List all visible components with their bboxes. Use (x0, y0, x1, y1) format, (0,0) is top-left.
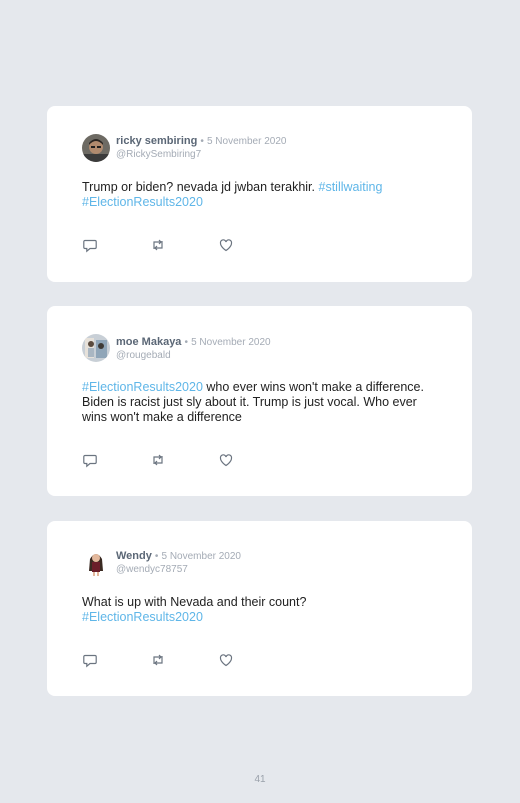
retweet-icon[interactable] (150, 237, 166, 253)
heart-icon[interactable] (218, 652, 234, 668)
hashtag-link[interactable]: #ElectionResults2020 (82, 610, 203, 624)
retweet-icon[interactable] (150, 452, 166, 468)
user-name[interactable]: ricky sembiring (116, 135, 197, 147)
name-line: ricky sembiring • 5 November 2020 (116, 135, 286, 148)
tweet-card: ricky sembiring • 5 November 2020 @Ricky… (47, 106, 472, 282)
name-line: moe Makaya • 5 November 2020 (116, 336, 271, 349)
retweet-icon[interactable] (150, 652, 166, 668)
tweet-text: #ElectionResults2020 who ever wins won't… (82, 380, 427, 425)
tweet-card: Wendy • 5 November 2020 @wendyc78757 Wha… (47, 521, 472, 696)
user-handle[interactable]: @RickySembiring7 (116, 149, 286, 161)
avatar[interactable] (82, 134, 110, 162)
tweet-meta: ricky sembiring • 5 November 2020 @Ricky… (116, 135, 286, 161)
tweet-meta: Wendy • 5 November 2020 @wendyc78757 (116, 550, 241, 576)
tweet-text: Trump or biden? nevada jd jwban terakhir… (82, 180, 427, 210)
tweet-card: moe Makaya • 5 November 2020 @rougebald … (47, 306, 472, 496)
tweet-meta: moe Makaya • 5 November 2020 @rougebald (116, 336, 271, 362)
user-name[interactable]: moe Makaya (116, 336, 181, 348)
tweet-date[interactable]: 5 November 2020 (162, 551, 242, 562)
reply-icon[interactable] (82, 237, 98, 253)
page-number: 41 (254, 774, 266, 785)
tweet-date[interactable]: 5 November 2020 (191, 337, 271, 348)
hashtag-link[interactable]: #ElectionResults2020 (82, 195, 203, 209)
separator-dot: • (154, 551, 159, 562)
tweet-body: What is up with Nevada and their count? (82, 595, 307, 609)
heart-icon[interactable] (218, 452, 234, 468)
avatar[interactable] (82, 334, 110, 362)
tweet-body: Trump or biden? nevada jd jwban terakhir… (82, 180, 316, 194)
separator-dot: • (200, 136, 204, 147)
user-handle[interactable]: @rougebald (116, 350, 271, 362)
avatar[interactable] (82, 549, 110, 577)
tweet-text: What is up with Nevada and their count? … (82, 595, 427, 625)
hashtag-link[interactable]: #ElectionResults2020 (82, 380, 203, 394)
hashtag-link[interactable]: #stillwaiting (319, 180, 383, 194)
separator-dot: • (184, 337, 189, 348)
user-handle[interactable]: @wendyc78757 (116, 564, 241, 576)
name-line: Wendy • 5 November 2020 (116, 550, 241, 563)
tweet-date[interactable]: 5 November 2020 (207, 136, 287, 147)
reply-icon[interactable] (82, 452, 98, 468)
reply-icon[interactable] (82, 652, 98, 668)
heart-icon[interactable] (218, 237, 234, 253)
user-name[interactable]: Wendy (116, 550, 152, 562)
